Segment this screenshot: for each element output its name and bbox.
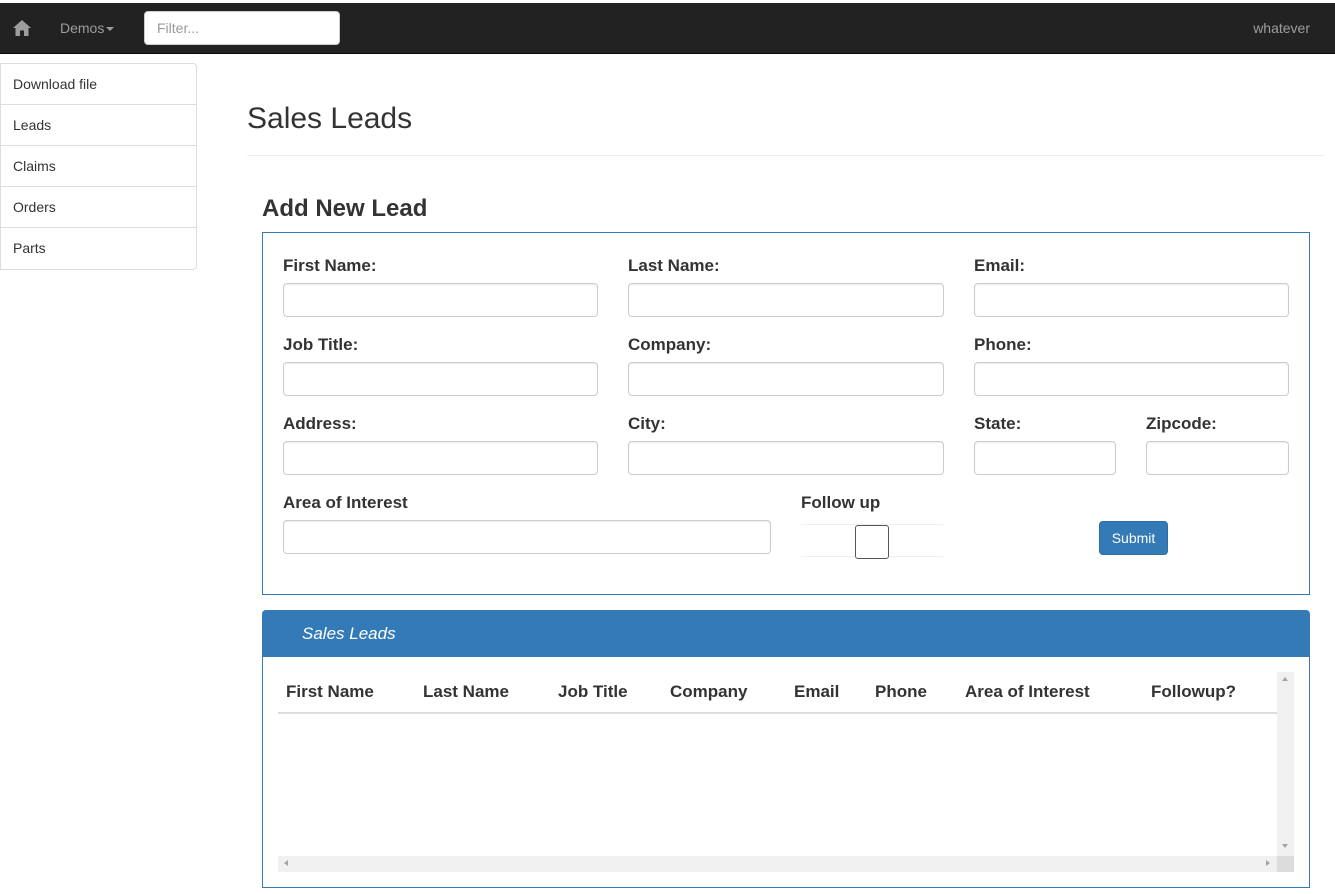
follow-up-label: Follow up: [801, 493, 881, 512]
job-title-input[interactable]: [283, 362, 598, 396]
horizontal-scrollbar[interactable]: [278, 856, 1277, 872]
column-header-first-name[interactable]: First Name: [286, 682, 374, 702]
state-input[interactable]: [974, 441, 1116, 475]
column-header-followup[interactable]: Followup?: [1151, 682, 1236, 702]
sidebar-nav: Download file Leads Claims Orders Parts: [0, 63, 197, 270]
first-name-label: First Name:: [283, 256, 377, 275]
follow-up-container: [801, 524, 943, 559]
first-name-input[interactable]: [283, 283, 598, 317]
address-label: Address:: [283, 414, 357, 433]
follow-up-checkbox[interactable]: [855, 525, 889, 559]
zipcode-label: Zipcode:: [1146, 414, 1217, 433]
phone-label: Phone:: [974, 335, 1032, 354]
form-section-title: Add New Lead: [262, 195, 428, 222]
add-lead-form: First Name: Last Name: Email: Job Title:…: [262, 232, 1310, 595]
demos-label: Demos: [60, 20, 105, 36]
state-label: State:: [974, 414, 1022, 433]
user-menu-link[interactable]: whatever: [1253, 20, 1310, 36]
grid-header-row: First Name Last Name Job Title Company E…: [278, 672, 1277, 714]
address-input[interactable]: [283, 441, 598, 475]
page-title: Sales Leads: [247, 102, 413, 135]
title-divider: [247, 155, 1325, 156]
sidebar-item-parts[interactable]: Parts: [1, 228, 196, 269]
last-name-label: Last Name:: [628, 256, 720, 275]
city-label: City:: [628, 414, 666, 433]
scroll-up-icon[interactable]: [1282, 677, 1288, 681]
caret-down-icon: [106, 27, 115, 32]
city-input[interactable]: [628, 441, 944, 475]
scroll-left-icon[interactable]: [284, 860, 288, 866]
column-header-phone[interactable]: Phone: [875, 682, 927, 702]
email-input[interactable]: [974, 283, 1289, 317]
sidebar-item-leads[interactable]: Leads: [1, 105, 196, 146]
area-of-interest-input[interactable]: [283, 520, 771, 554]
area-of-interest-label: Area of Interest: [283, 493, 408, 512]
scroll-right-icon[interactable]: [1266, 860, 1270, 866]
sales-leads-grid: First Name Last Name Job Title Company E…: [278, 672, 1295, 872]
phone-input[interactable]: [974, 362, 1289, 396]
last-name-input[interactable]: [628, 283, 944, 317]
company-label: Company:: [628, 335, 712, 354]
column-header-last-name[interactable]: Last Name: [423, 682, 509, 702]
top-navbar: Demos whatever: [0, 3, 1335, 54]
column-header-email[interactable]: Email: [794, 682, 839, 702]
vertical-scrollbar[interactable]: [1277, 672, 1294, 856]
sidebar-item-orders[interactable]: Orders: [1, 187, 196, 228]
job-title-label: Job Title:: [283, 335, 359, 354]
scrollbar-corner: [1277, 856, 1294, 872]
sidebar-item-download-file[interactable]: Download file: [1, 64, 196, 105]
home-icon[interactable]: [12, 18, 32, 38]
grid-heading: Sales Leads: [263, 611, 1309, 657]
demos-dropdown[interactable]: Demos: [60, 20, 115, 36]
column-header-area-of-interest[interactable]: Area of Interest: [965, 682, 1090, 702]
column-header-company[interactable]: Company: [670, 682, 747, 702]
sidebar-item-claims[interactable]: Claims: [1, 146, 196, 187]
column-header-job-title[interactable]: Job Title: [558, 682, 628, 702]
zipcode-input[interactable]: [1146, 441, 1289, 475]
scroll-down-icon[interactable]: [1282, 844, 1288, 848]
filter-input[interactable]: [144, 11, 340, 45]
sales-leads-grid-panel: Sales Leads First Name Last Name Job Tit…: [262, 610, 1310, 888]
email-label: Email:: [974, 256, 1026, 275]
submit-button[interactable]: Submit: [1099, 521, 1168, 555]
company-input[interactable]: [628, 362, 944, 396]
